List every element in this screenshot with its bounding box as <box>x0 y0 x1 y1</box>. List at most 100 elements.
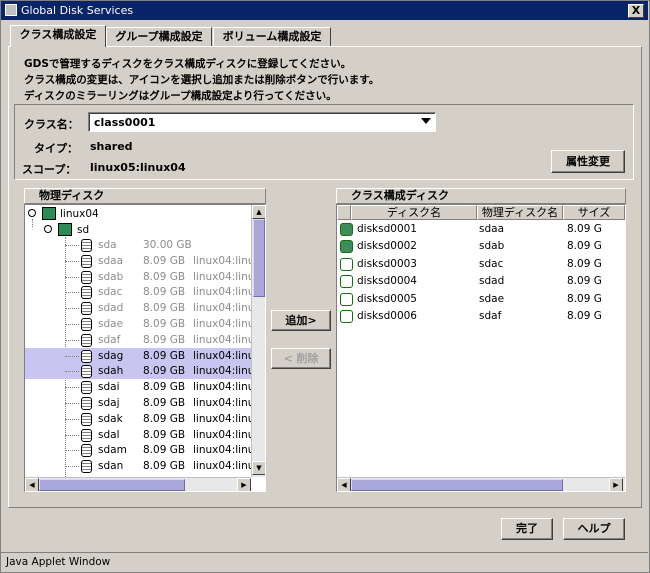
chevron-down-icon[interactable] <box>421 118 431 124</box>
type-label: タイプ： <box>34 142 78 155</box>
table-row[interactable]: disksd0005 sdae 8.09 G <box>337 291 625 308</box>
cell-size: 8.09 G <box>567 223 602 235</box>
tree-disk-row[interactable]: sdan 8.09 GB linux04:linux0 <box>25 458 265 474</box>
done-button[interactable]: 完了 <box>501 518 553 540</box>
class-disk-table[interactable]: ディスク名 物理ディスク名 サイズ disksd0001 sdaa 8.09 Gdi… <box>336 204 626 492</box>
h-scroll-thumb[interactable] <box>351 479 563 491</box>
disk-icon <box>81 333 92 347</box>
scroll-right-button[interactable]: ▶ <box>609 478 623 491</box>
disk-icon <box>81 428 92 442</box>
tab-volume-config[interactable]: ボリューム構成設定 <box>213 27 331 46</box>
table-row[interactable]: disksd0002 sdab 8.09 G <box>337 238 625 255</box>
tree-connector <box>65 418 79 420</box>
scroll-up-button[interactable]: ▲ <box>252 205 265 219</box>
close-button[interactable]: X <box>628 4 644 18</box>
tab-class-config[interactable]: クラス構成設定 <box>10 25 106 47</box>
tree-connector <box>65 308 79 310</box>
cell-physical-disk: sdac <box>479 257 504 270</box>
tree-disk-row[interactable]: sdah 8.09 GB linux04:linux0 <box>25 363 265 380</box>
table-row[interactable]: disksd0001 sdaa 8.09 G <box>337 221 625 238</box>
scroll-down-button[interactable]: ▼ <box>252 461 265 475</box>
table-corner <box>337 205 351 220</box>
add-button[interactable]: 追加> <box>271 310 331 331</box>
disk-white-icon <box>340 310 353 323</box>
tree-connector <box>65 450 79 452</box>
disk-icon <box>81 412 92 426</box>
tree-disk-row[interactable]: sdam 8.09 GB linux04:linux0 <box>25 442 265 458</box>
tree-disk-row[interactable]: sdaj 8.09 GB linux04:linux0 <box>25 395 265 411</box>
tree-disk-row[interactable]: sdal 8.09 GB linux04:linux0 <box>25 427 265 443</box>
disk-green-icon <box>340 223 353 236</box>
disk-size: 8.09 GB <box>143 318 186 330</box>
host-icon <box>42 207 56 220</box>
disk-white-icon <box>340 275 353 289</box>
table-row[interactable]: disksd0004 sdad 8.09 G <box>337 273 625 290</box>
disk-size: 8.09 GB <box>143 333 186 346</box>
class-disk-rows: disksd0001 sdaa 8.09 G disksd0002 sdab 8.09 G… <box>337 220 625 476</box>
physical-disk-tree[interactable]: linux04 sd sda 30.00 GB sdaa 8.09 GB linux04… <box>24 204 266 492</box>
tree-disk-row[interactable]: sdac 8.09 GB linux04:linux0 <box>25 284 265 300</box>
tree-disk-row[interactable]: sda 30.00 GB <box>25 237 251 253</box>
tree-root-label[interactable]: linux04 <box>60 208 99 220</box>
disk-icon <box>81 397 92 410</box>
horizontal-scrollbar[interactable]: ◀ ▶ <box>337 477 625 491</box>
table-row[interactable]: disksd0003 sdac 8.09 G <box>337 256 625 273</box>
tree-group-label[interactable]: sd <box>77 224 89 236</box>
disk-size: 8.09 GB <box>143 381 186 394</box>
scroll-right-button[interactable]: ▶ <box>237 478 251 491</box>
column-header-physical-disk[interactable]: 物理ディスク名 <box>477 205 563 220</box>
tree-disk-row[interactable]: sdaa 8.09 GB linux04:linux0 <box>25 253 265 269</box>
column-header-disk-name[interactable]: ディスク名 <box>351 205 477 220</box>
tree-expand-icon[interactable] <box>28 209 36 217</box>
disk-green-icon <box>340 240 353 254</box>
cell-size: 8.09 G <box>567 240 602 253</box>
tree-disk-row[interactable]: sdak 8.09 GB linux04:linux0 <box>25 411 265 427</box>
disk-name: sdaj <box>98 397 120 409</box>
cell-physical-disk: sdae <box>479 292 505 305</box>
scroll-thumb[interactable] <box>253 219 265 297</box>
instruction-line-1: GDSで管理するディスクをクラス構成ディスクに登録してください。 <box>24 58 352 70</box>
cell-disk-name: disksd0002 <box>357 240 417 253</box>
instruction-line-2: クラス構成の変更は、アイコンを選択し追加または削除ボタンで行います。 <box>24 74 380 86</box>
remove-button[interactable]: < 削除 <box>271 348 331 369</box>
tree-connector <box>65 434 79 436</box>
disk-name: sdaa <box>98 254 124 267</box>
cell-disk-name: disksd0001 <box>357 223 417 235</box>
tree-disk-row[interactable]: sdaf 8.09 GB linux04:linux0 <box>25 332 265 348</box>
disk-size: 8.09 GB <box>143 428 186 441</box>
class-name-select[interactable]: class0001 <box>88 112 436 132</box>
vertical-scrollbar[interactable]: ▲ ▼ <box>251 205 265 477</box>
horizontal-scrollbar[interactable]: ◀ ▶ <box>25 477 251 491</box>
disk-white-icon <box>340 292 353 306</box>
tree-disk-row[interactable]: sdad 8.09 GB linux04:linux0 <box>25 300 265 316</box>
attribute-change-button[interactable]: 属性変更 <box>551 150 625 173</box>
disk-size: 8.09 GB <box>143 460 186 473</box>
disk-name: sdab <box>98 270 124 283</box>
scroll-left-button[interactable]: ◀ <box>25 478 39 491</box>
tree-disk-row[interactable]: sdab 8.09 GB linux04:linux0 <box>25 269 265 285</box>
tree-disk-row[interactable]: sdag 8.09 GB linux04:linux0 <box>25 347 265 364</box>
tab-group-config[interactable]: グループ構成設定 <box>106 27 212 46</box>
disk-size: 8.09 GB <box>143 349 186 362</box>
disk-name: sdae <box>98 318 124 330</box>
help-button[interactable]: ヘルプ <box>563 518 625 540</box>
tree-disk-row[interactable]: sdai 8.09 GB linux04:linux0 <box>25 379 265 395</box>
disk-size: 8.09 GB <box>143 444 186 457</box>
disk-name: sdak <box>98 412 123 425</box>
disk-icon <box>81 318 92 331</box>
tree-expand-icon[interactable] <box>44 225 52 233</box>
tree-connector <box>65 324 79 325</box>
instruction-line-3: ディスクのミラーリングはグループ構成設定より行ってください。 <box>24 90 337 102</box>
scroll-left-button[interactable]: ◀ <box>337 478 351 491</box>
physical-disk-header: 物理ディスク <box>24 188 266 204</box>
tree-disk-row[interactable]: sdae 8.09 GB linux04:linux0 <box>25 316 265 332</box>
h-scroll-thumb[interactable] <box>39 479 185 491</box>
tree-connector <box>65 245 79 246</box>
tree-connector <box>65 276 79 278</box>
table-row[interactable]: disksd0006 sdaf 8.09 G <box>337 308 625 325</box>
column-header-size[interactable]: サイズ <box>563 205 625 220</box>
tree-connector <box>65 292 79 294</box>
disk-icon <box>81 254 92 268</box>
window-title: Global Disk Services <box>21 4 134 17</box>
cell-size: 8.09 G <box>567 275 602 288</box>
